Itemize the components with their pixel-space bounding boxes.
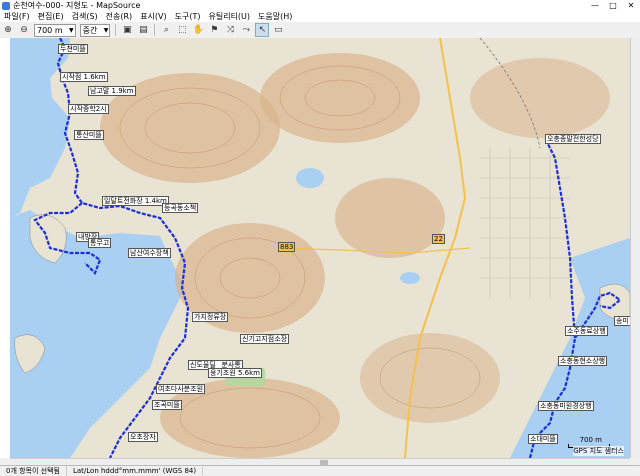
map-watermark: GPS 지도 샘터스: [573, 446, 624, 456]
poi-17[interactable]: 오초장자: [128, 432, 158, 442]
poi-16[interactable]: 조곡미뜰: [152, 400, 182, 410]
toolbar-divider: [115, 24, 117, 36]
zoom-tool-icon[interactable]: ⌕: [159, 23, 173, 37]
poi-10[interactable]: 남산여수장책: [128, 248, 171, 258]
menu-help[interactable]: 도움말(H): [254, 11, 296, 22]
sea-west: [10, 38, 70, 218]
poi-22[interactable]: 소충동미원경상행: [538, 401, 594, 411]
vertical-scrollbar[interactable]: [630, 38, 640, 458]
window-title: 순천여수-000- 지형도 - MapSource: [13, 1, 141, 10]
map-canvas: [10, 38, 630, 458]
send-to-device-icon[interactable]: ▤: [136, 23, 150, 37]
zoom-level-value: 700 m: [37, 25, 63, 35]
poi-15[interactable]: 여초다사분조원: [156, 384, 206, 394]
chevron-down-icon: ▼: [68, 26, 74, 34]
close-button[interactable]: ✕: [622, 0, 640, 11]
toolbar: ⊕ ⊖ 700 m ▼ 중간 ▼ ▣ ▤ ⌕ ⬚ ✋ ⚑ ⤨ ⤳ ↖ ▭: [0, 22, 640, 39]
measure-tool-icon[interactable]: ▭: [271, 23, 285, 37]
poi-6[interactable]: 일달트전화장 1.4km: [102, 196, 169, 206]
coordinate-format: Lat/Lon hddd°mm.mmm' (WGS 84): [67, 467, 204, 475]
chevron-down-icon: ▼: [103, 26, 109, 34]
minimize-button[interactable]: —: [586, 0, 604, 11]
lake-2: [400, 272, 420, 284]
road-883-label: 883: [278, 242, 296, 252]
lake-1: [296, 168, 324, 188]
title-bar: 순천여수-000- 지형도 - MapSource — □ ✕: [0, 0, 640, 11]
poi-3[interactable]: 남고말 1.9km: [88, 86, 136, 96]
menu-file[interactable]: 파일(F): [0, 11, 34, 22]
poi-11[interactable]: 가지정류장: [192, 312, 229, 322]
menu-transfer[interactable]: 전송(R): [102, 11, 137, 22]
menu-view[interactable]: 표시(V): [136, 11, 170, 22]
maximize-button[interactable]: □: [604, 0, 622, 11]
poi-18[interactable]: 오충종말전한성당: [545, 134, 601, 144]
mountain-2: [260, 53, 420, 143]
poi-14[interactable]: 웅기조원 5.6km: [208, 368, 262, 378]
pointer-tool-icon[interactable]: ↖: [255, 23, 270, 37]
detail-level-select[interactable]: 중간 ▼: [79, 23, 111, 37]
waypoint-tool-icon[interactable]: ⚑: [207, 23, 221, 37]
menu-tools[interactable]: 도구(T): [171, 11, 205, 22]
detail-level-value: 중간: [82, 25, 98, 35]
menu-edit[interactable]: 편집(E): [34, 11, 68, 22]
route-tool-icon[interactable]: ⤨: [223, 23, 237, 37]
poi-20[interactable]: 소주동료상행: [565, 326, 608, 336]
scale-label: 700 m: [579, 436, 602, 444]
poi-19[interactable]: 송미: [614, 316, 630, 326]
menu-utilities[interactable]: 유틸리티(U): [204, 11, 254, 22]
poi-4[interactable]: 시작중학2시: [68, 104, 109, 114]
map-view[interactable]: 두쳔미뜰 시작점 1.6km 남고말 1.9km 시작중학2시 통산미뜰 일달트…: [10, 38, 630, 458]
zoom-out-icon[interactable]: ⊖: [17, 23, 31, 37]
road-22-label: 22: [432, 234, 445, 244]
poi-9[interactable]: 통무고: [88, 238, 112, 248]
receive-from-device-icon[interactable]: ▣: [120, 23, 134, 37]
poi-12[interactable]: 신기고지점소장: [240, 334, 290, 344]
menu-search[interactable]: 검색(S): [68, 11, 102, 22]
menu-bar: 파일(F) 편집(E) 검색(S) 전송(R) 표시(V) 도구(T) 유틸리티…: [0, 11, 640, 22]
poi-23[interactable]: 소대미뜰: [528, 434, 558, 444]
toolbar-divider: [154, 24, 156, 36]
mountain-7: [360, 333, 500, 423]
poi-7[interactable]: 등곡동소책: [162, 203, 199, 213]
track-tool-icon[interactable]: ⤳: [239, 23, 253, 37]
poi-1[interactable]: 두쳔미뜰: [58, 44, 88, 54]
poi-21[interactable]: 소충동현소상행: [558, 356, 608, 366]
app-icon: [2, 1, 10, 10]
hand-tool-icon[interactable]: ✋: [191, 23, 205, 37]
status-bar: 0개 항목이 선택됨 Lat/Lon hddd°mm.mmm' (WGS 84): [0, 465, 640, 476]
poi-5[interactable]: 통산미뜰: [74, 130, 104, 140]
poi-2[interactable]: 시작점 1.6km: [60, 72, 108, 82]
zoom-in-icon[interactable]: ⊕: [1, 23, 15, 37]
mountain-4: [335, 178, 445, 258]
zoom-level-select[interactable]: 700 m ▼: [34, 23, 76, 37]
mountain-6: [470, 58, 610, 138]
select-tool-icon[interactable]: ⬚: [175, 23, 189, 37]
